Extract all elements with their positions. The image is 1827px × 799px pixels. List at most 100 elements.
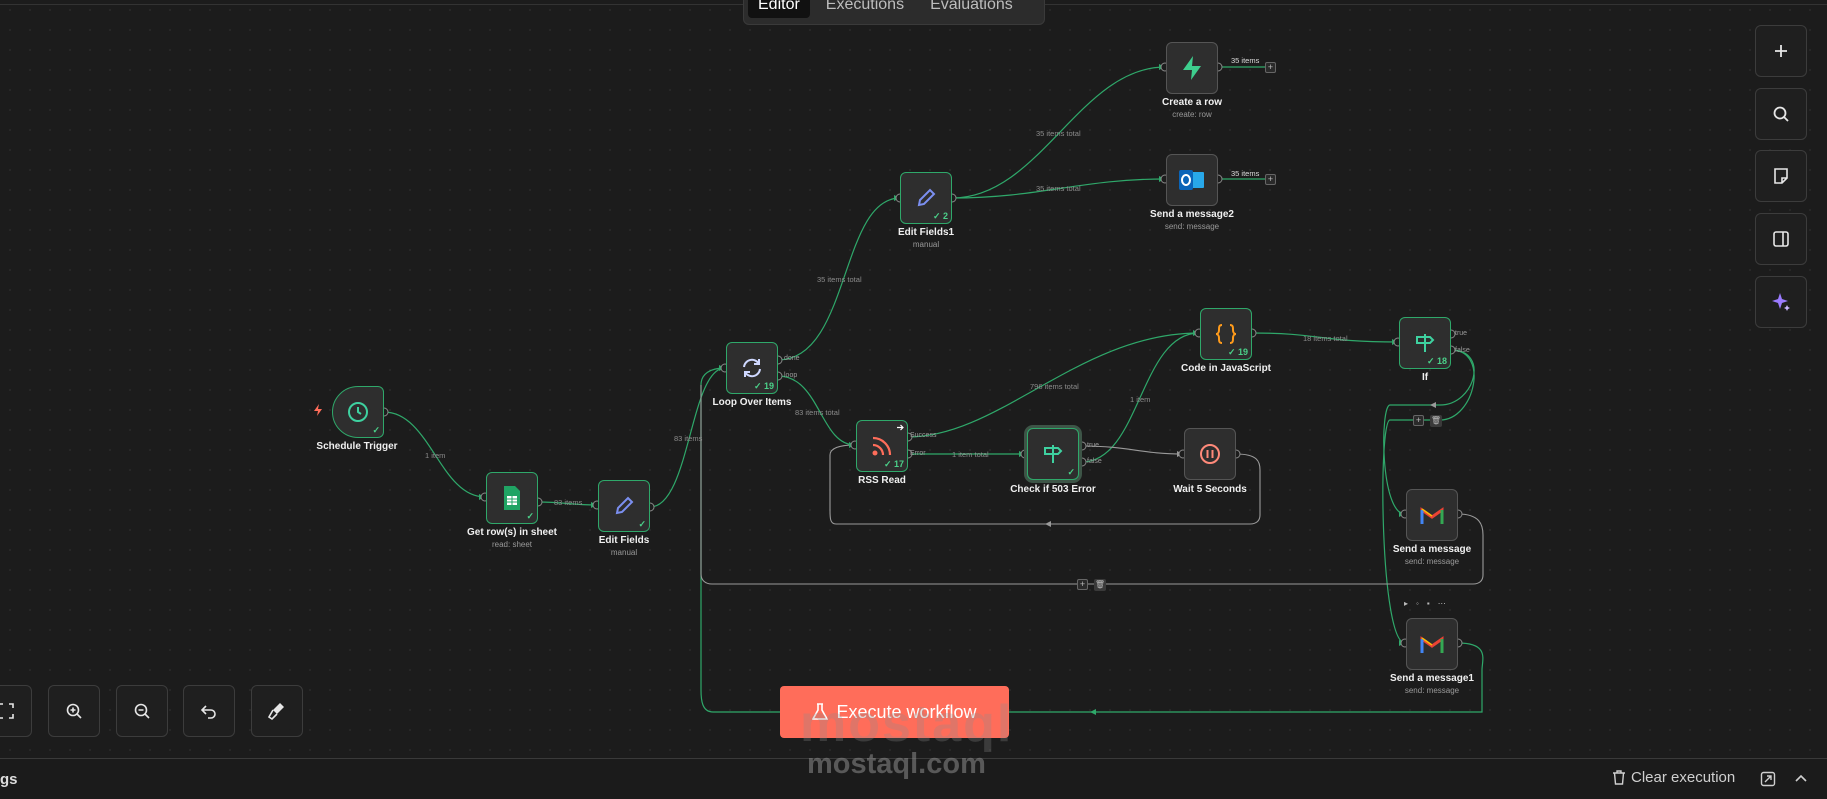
run-count-badge: ✓ 19 <box>753 381 774 391</box>
node-send-a-message1[interactable] <box>1406 618 1458 670</box>
port-label-success: Success <box>910 432 937 439</box>
success-check-icon: ✓ <box>526 511 534 521</box>
zoom-out-icon <box>134 703 150 719</box>
rss-icon <box>868 432 896 460</box>
wire-label: 1 item total <box>952 450 989 459</box>
wire-label: 35 items total <box>1036 129 1081 138</box>
add-node-plus-icon[interactable]: + <box>1413 415 1424 426</box>
port-label-true: true <box>1455 330 1468 337</box>
delete-connection-icon[interactable]: 🗑 <box>1430 415 1442 427</box>
loop-arrows-icon <box>738 354 766 382</box>
node-edit-fields[interactable]: ✓ <box>598 480 650 532</box>
wire-label: 1 item <box>1130 395 1151 404</box>
wire-label: 18 items total <box>1303 334 1348 343</box>
port-label-loop: loop <box>784 372 798 379</box>
success-check-icon: ✓ <box>638 519 646 529</box>
fit-view-icon <box>0 703 14 719</box>
zoom-in-icon <box>66 703 82 719</box>
zoom-in-button[interactable] <box>48 685 100 737</box>
pencil-icon <box>912 184 940 212</box>
wire-label: 83 items <box>554 498 583 507</box>
tidy-up-button[interactable] <box>251 685 303 737</box>
wire-label: 83 items total <box>795 408 840 417</box>
logs-toggle[interactable]: gs <box>0 771 18 788</box>
port-label-done: done <box>784 355 800 362</box>
run-count-badge: ✓ 17 <box>883 459 904 469</box>
ai-assistant-button[interactable] <box>1755 276 1807 328</box>
port-label-false: false <box>1455 347 1470 354</box>
fit-view-button[interactable] <box>0 685 32 737</box>
add-node-button[interactable] <box>1755 25 1807 77</box>
signpost-icon <box>1411 329 1439 357</box>
add-node-plus-icon[interactable]: + <box>1265 62 1276 73</box>
wire-sendmsg1-back <box>700 367 1484 713</box>
node-label: Schedule Trigger <box>316 441 398 452</box>
run-count: 19 <box>1237 347 1248 357</box>
trigger-bolt-icon <box>314 404 322 416</box>
node-create-a-row[interactable] <box>1166 42 1218 94</box>
zoom-out-button[interactable] <box>116 685 168 737</box>
node-schedule-trigger[interactable]: ✓ <box>332 386 384 438</box>
pop-out-icon[interactable] <box>1760 771 1776 787</box>
node-subtitle: create: row <box>1172 110 1212 119</box>
node-label: Code in JavaScript <box>1180 363 1272 374</box>
node-label: Loop Over Items <box>712 397 792 408</box>
node-hover-toolbar[interactable]: ▸◦▪⋯ <box>1404 599 1454 608</box>
clear-execution-button[interactable]: Clear execution <box>1612 769 1735 786</box>
add-node-plus-icon[interactable]: + <box>1077 579 1088 590</box>
wire-label: 35 items total <box>817 275 862 284</box>
node-subtitle: send: message <box>1164 222 1220 231</box>
node-wait-5-seconds[interactable] <box>1184 428 1236 480</box>
toggle-panel-button[interactable] <box>1755 213 1807 265</box>
node-label: Send a message2 <box>1150 209 1234 220</box>
search-nodes-button[interactable] <box>1755 88 1807 140</box>
pause-icon <box>1196 440 1224 468</box>
outlook-icon <box>1178 166 1206 194</box>
wire-label: 35 items total <box>1036 184 1081 193</box>
node-label: Send a message <box>1392 544 1472 555</box>
node-subtitle: send: message <box>1404 686 1460 695</box>
node-label: Send a message1 <box>1390 673 1474 684</box>
node-if[interactable]: ✓ 18 <box>1399 317 1451 369</box>
pencil-icon <box>610 492 638 520</box>
tidy-up-icon <box>267 703 284 721</box>
success-check-icon: ✓ <box>372 425 380 435</box>
node-send-a-message[interactable] <box>1406 489 1458 541</box>
undo-icon <box>200 705 216 719</box>
node-code-in-javascript[interactable]: ✓ 19 <box>1200 308 1252 360</box>
port-label-true: true <box>1087 442 1100 449</box>
node-label: Wait 5 Seconds <box>1173 484 1247 495</box>
arrow-right-icon <box>897 424 904 431</box>
watermark-domain: mostaql.com <box>807 748 986 780</box>
wire-label: 796 items total <box>1030 382 1079 391</box>
trash-icon <box>1613 770 1625 785</box>
run-count-badge: ✓ 19 <box>1227 347 1248 357</box>
node-label: Edit Fields1 <box>897 227 955 238</box>
code-braces-icon <box>1212 320 1240 348</box>
success-check-icon: ✓ <box>1067 467 1075 477</box>
node-edit-fields1[interactable]: ✓ 2 <box>900 172 952 224</box>
wire-label: 35 items <box>1231 56 1260 65</box>
node-check-if-503-error[interactable]: ✓ <box>1027 428 1079 480</box>
node-subtitle: manual <box>610 548 638 557</box>
add-node-plus-icon[interactable]: + <box>1265 174 1276 185</box>
wire-label: 1 item <box>425 451 446 460</box>
add-sticky-note-button[interactable] <box>1755 150 1807 202</box>
panel-icon <box>1773 231 1789 247</box>
connections-layer <box>379 62 1484 715</box>
run-count: 19 <box>763 381 774 391</box>
port-label-false: false <box>1087 458 1102 465</box>
chevron-up-icon[interactable] <box>1794 773 1808 783</box>
ai-sparkle-icon <box>1772 293 1790 311</box>
google-sheets-icon <box>498 484 526 512</box>
clock-icon <box>344 398 372 426</box>
node-send-a-message2[interactable] <box>1166 154 1218 206</box>
node-get-rows-sheet[interactable]: ✓ <box>486 472 538 524</box>
node-loop-over-items[interactable]: ✓ 19 <box>726 342 778 394</box>
run-count-badge: ✓ 2 <box>932 211 948 221</box>
undo-button[interactable] <box>183 685 235 737</box>
port-label-error: Error <box>910 450 926 457</box>
wire-label: 35 items <box>1231 169 1260 178</box>
delete-connection-icon[interactable]: 🗑 <box>1094 579 1106 591</box>
run-count: 2 <box>942 211 948 221</box>
